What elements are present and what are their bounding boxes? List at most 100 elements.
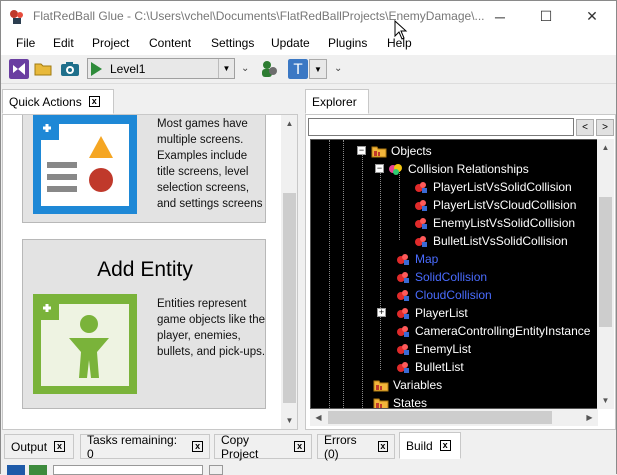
title-bar: FlatRedBall Glue - C:\Users\vchel\Docume… [1, 1, 616, 32]
menu-bar: File Edit Project Content Settings Updat… [1, 20, 616, 55]
close-icon[interactable]: x [88, 96, 100, 107]
tab-build[interactable]: Build x [399, 432, 461, 459]
tree-node[interactable]: PlayerList [395, 304, 468, 322]
tab-errors[interactable]: Errors (0) x [317, 432, 395, 461]
close-icon[interactable]: x [377, 441, 388, 452]
tree-guide-line [399, 170, 400, 240]
explorer-panel: < > − Objects − Collision Relationships Play… [305, 114, 616, 430]
tree-node-label: BulletList [415, 360, 464, 374]
object-icon [397, 344, 409, 355]
close-icon[interactable]: x [192, 441, 203, 452]
object-icon [415, 218, 427, 229]
menu-update[interactable]: Update [271, 36, 310, 50]
minimize-button[interactable]: ─ [477, 1, 523, 32]
text-tool-dropdown-icon[interactable]: ▼ [309, 59, 327, 79]
close-icon[interactable]: x [294, 441, 305, 452]
tree-node-label: PlayerListVsSolidCollision [433, 180, 572, 194]
tab-errors-label: Errors (0) [324, 432, 357, 461]
object-icon [397, 272, 409, 283]
tab-explorer[interactable]: Explorer [305, 89, 369, 114]
scroll-left-icon[interactable]: ◀ [310, 409, 327, 426]
tree-hscrollbar[interactable]: ◀ ▶ [310, 409, 598, 426]
tab-tasks[interactable]: Tasks remaining: 0 x [80, 433, 210, 461]
menu-edit[interactable]: Edit [53, 36, 74, 50]
tree-scrollbar[interactable]: ▲ ▼ [597, 139, 614, 409]
scroll-thumb[interactable] [283, 193, 296, 403]
tab-output-label: Output [11, 439, 48, 454]
tab-quick-actions[interactable]: Quick Actions x [2, 89, 114, 114]
app-icon [10, 10, 23, 24]
tab-explorer-label: Explorer [312, 94, 357, 109]
toolbar-overflow-icon[interactable]: ⌄ [241, 63, 249, 74]
object-icon [415, 182, 427, 193]
folder-icon [371, 146, 387, 158]
menu-project[interactable]: Project [92, 36, 129, 50]
explorer-search-input[interactable] [308, 118, 574, 136]
collapse-icon[interactable]: − [375, 164, 384, 173]
tree-node-label: Collision Relationships [408, 162, 529, 176]
quick-actions-scrollbar[interactable]: ▲ ▼ [281, 115, 297, 429]
back-button[interactable]: < [576, 119, 594, 136]
tree-scroll-up-icon[interactable]: ▲ [597, 139, 614, 156]
explorer-tree[interactable]: − Objects − Collision Relationships PlayerLi… [310, 139, 598, 409]
folder-icon [373, 398, 389, 408]
tree-node[interactable]: PlayerListVsSolidCollision [413, 178, 572, 196]
svg-text:T: T [293, 62, 303, 78]
tree-node[interactable]: EnemyListVsSolidCollision [413, 214, 575, 232]
tree-node[interactable]: PlayerListVsCloudCollision [413, 196, 576, 214]
tab-output[interactable]: Output x [4, 434, 74, 459]
tree-guide-line [343, 140, 344, 408]
menu-settings[interactable]: Settings [211, 36, 254, 50]
open-folder-icon[interactable] [33, 59, 53, 79]
menu-file[interactable]: File [16, 36, 35, 50]
tree-node[interactable]: Variables [373, 376, 442, 394]
expand-icon[interactable]: + [377, 308, 386, 317]
tree-node[interactable]: EnemyList [395, 340, 471, 358]
tree-node-label: SolidCollision [415, 270, 488, 284]
toolbar-overflow-icon-2[interactable]: ⌄ [334, 63, 342, 74]
maximize-button[interactable]: ☐ [523, 1, 569, 32]
tree-scroll-thumb[interactable] [599, 197, 612, 327]
tab-copy-project[interactable]: Copy Project x [214, 433, 312, 461]
menu-content[interactable]: Content [149, 36, 191, 50]
tree-node-label: Variables [393, 378, 443, 392]
window-title: FlatRedBall Glue - C:\Users\vchel\Docume… [33, 9, 485, 23]
tree-node-label: Objects [391, 144, 432, 158]
tree-scroll-down-icon[interactable]: ▼ [597, 392, 614, 409]
tree-node-label: CameraControllingEntityInstance [415, 324, 591, 338]
tree-node[interactable]: States [373, 394, 427, 408]
close-button[interactable]: ✕ [569, 1, 615, 32]
scroll-down-icon[interactable]: ▼ [281, 412, 297, 429]
add-entity-title: Add Entity [97, 258, 193, 281]
users-icon[interactable] [259, 59, 279, 79]
tree-node[interactable]: CameraControllingEntityInstance [395, 322, 590, 340]
tree-guide-line [329, 140, 330, 408]
camera-icon[interactable] [60, 59, 80, 79]
tree-node-label: PlayerList [415, 306, 468, 320]
tree-node[interactable]: SolidCollision [395, 268, 487, 286]
tree-node[interactable]: Map [395, 250, 438, 268]
tree-node[interactable]: Collision Relationships [388, 160, 529, 178]
menu-plugins[interactable]: Plugins [328, 36, 367, 50]
close-icon[interactable]: x [439, 440, 451, 451]
tree-node-label: Map [415, 252, 439, 266]
scroll-up-icon[interactable]: ▲ [281, 115, 297, 132]
object-icon [397, 254, 409, 265]
tree-node[interactable]: CloudCollision [395, 286, 492, 304]
chevron-down-icon[interactable]: ▼ [218, 59, 234, 78]
visual-studio-icon[interactable] [9, 59, 29, 79]
add-entity-card[interactable]: Add Entity Entities represent game objec… [22, 239, 266, 409]
tree-node[interactable]: Objects [371, 142, 432, 160]
text-tool-icon[interactable]: T [288, 59, 308, 79]
scroll-right-icon[interactable]: ▶ [581, 409, 598, 426]
tree-node[interactable]: BulletList [395, 358, 464, 376]
tree-hscroll-thumb[interactable] [328, 411, 552, 424]
tree-node[interactable]: BulletListVsSolidCollision [413, 232, 568, 250]
close-icon[interactable]: x [54, 441, 66, 452]
add-screen-card[interactable]: Most games have multiple screens. Exampl… [22, 115, 266, 223]
play-icon[interactable] [91, 62, 102, 76]
collapse-icon[interactable]: − [357, 146, 366, 155]
object-icon [397, 290, 409, 301]
forward-button[interactable]: > [596, 119, 614, 136]
level-combo[interactable]: Level1 ▼ [87, 58, 235, 79]
